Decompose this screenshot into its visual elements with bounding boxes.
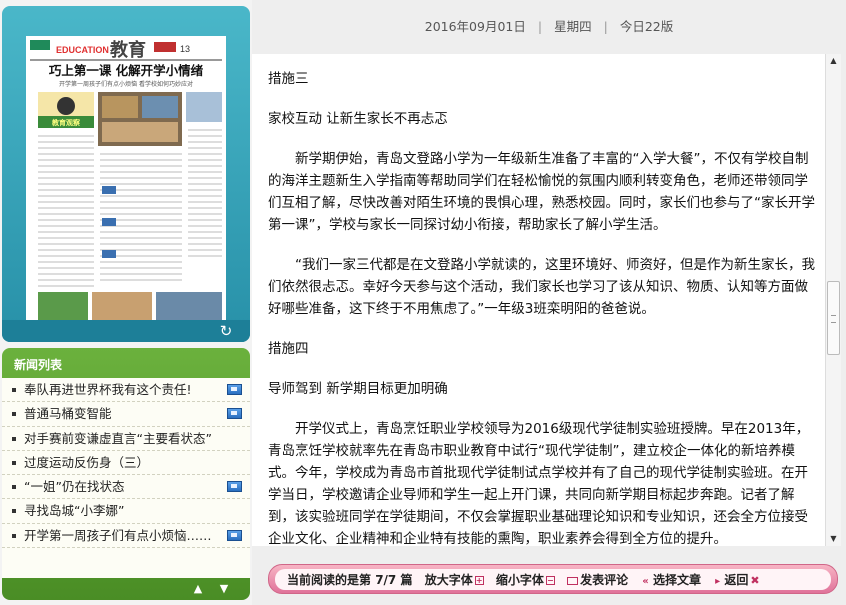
thumbnail-column-label: 教育观察 bbox=[51, 118, 81, 127]
issue-edition-count: 今日22版 bbox=[619, 19, 674, 34]
minus-icon: − bbox=[545, 576, 555, 585]
double-left-arrow-icon: « bbox=[642, 576, 649, 587]
video-icon[interactable] bbox=[227, 384, 242, 395]
article-paragraph: “我们一家三代都是在文登路小学就读的，这里环境好、师资好，但是作为新生家长，我们… bbox=[268, 257, 815, 317]
news-list-item[interactable]: 对手赛前变谦虚直言“主要看状态” bbox=[2, 427, 250, 451]
news-list-panel: 新闻列表 奉队再进世界杯我有这个责任! 普通马桶变智能 对手赛前变谦虚直言“主要… bbox=[2, 348, 250, 600]
reading-position: 当前阅读的是第 7/7 篇 bbox=[287, 569, 413, 591]
article-toolbar-inner: 当前阅读的是第 7/7 篇 放大字体 + 缩小字体 − 发表评论 « 选择文章 ▸ … bbox=[275, 569, 831, 590]
article-paragraph: 开学仪式上，青岛烹饪职业学校领导为2016级现代学徒制实验班授牌。早在2013年… bbox=[268, 421, 810, 546]
issue-weekday: 星期四 bbox=[554, 19, 592, 34]
down-arrow-icon[interactable]: ▼ bbox=[216, 582, 232, 596]
article-paragraph: 措施三 bbox=[268, 71, 309, 87]
plus-icon: + bbox=[474, 576, 484, 585]
issue-date: 2016年09月01日 bbox=[424, 19, 526, 34]
video-icon[interactable] bbox=[227, 408, 242, 420]
zoom-out-label: 缩小字体 bbox=[495, 573, 544, 587]
close-icon: ✖ bbox=[750, 574, 760, 587]
news-item-label: 过度运动反伤身（三） bbox=[24, 454, 150, 470]
back-button[interactable]: ▸ 返回 ✖ bbox=[713, 569, 759, 593]
scroll-up-icon[interactable]: ▲ bbox=[826, 54, 841, 68]
news-item-label: 寻找岛城“小李娜” bbox=[24, 503, 125, 519]
news-list-title: 新闻列表 bbox=[14, 358, 63, 372]
news-item-label: 奉队再进世界杯我有这个责任! bbox=[24, 382, 192, 397]
back-label: 返回 bbox=[724, 573, 749, 587]
article-paragraph: 新学期伊始，青岛文登路小学为一年级新生准备了丰富的“入学大餐”，不仅有学校自制的… bbox=[268, 151, 815, 233]
date-separator: | bbox=[603, 19, 608, 34]
article-paragraph: 导师驾到 新学期目标更加明确 bbox=[268, 381, 448, 397]
zoom-in-button[interactable]: 放大字体 + bbox=[425, 569, 484, 591]
article-paragraph: 措施四 bbox=[268, 341, 309, 357]
news-list-item[interactable]: 开学第一周孩子们有点小烦恼…… bbox=[2, 524, 250, 549]
news-list-item[interactable]: 过度运动反伤身（三） bbox=[2, 451, 250, 476]
date-separator: | bbox=[537, 19, 543, 34]
right-column: 2016年09月01日 | 星期四 | 今日22版 措施三 家校互动 让新生家长不再忐忑… bbox=[252, 0, 846, 605]
section-brand-text: EDUCATION bbox=[56, 45, 109, 55]
news-list-item[interactable]: 奉队再进世界杯我有这个责任! bbox=[2, 378, 250, 403]
zoom-in-label: 放大字体 bbox=[424, 573, 473, 587]
preview-toolbar: ↻ bbox=[2, 320, 250, 342]
comment-button[interactable]: 发表评论 bbox=[567, 569, 628, 591]
news-item-label: 对手赛前变谦虚直言“主要看状态” bbox=[24, 430, 212, 446]
article-paragraph: 家校互动 让新生家长不再忐忑 bbox=[268, 111, 448, 127]
left-column: EDUCATION 教育 13 巧上第一课 化解开学小情绪 开学第一周孩子们有点… bbox=[0, 0, 252, 605]
article-scrollbar[interactable]: ▲ ▼ bbox=[825, 54, 841, 546]
mail-icon bbox=[567, 576, 579, 585]
zoom-out-button[interactable]: 缩小字体 − bbox=[496, 569, 555, 591]
thumbnail-headline: 巧上第一课 化解开学小情绪 bbox=[49, 63, 204, 78]
news-list-pager: ▲ ▼ bbox=[2, 578, 250, 600]
refresh-icon[interactable]: ↻ bbox=[216, 322, 236, 340]
article-toolbar: 当前阅读的是第 7/7 篇 放大字体 + 缩小字体 − 发表评论 « 选择文章 ▸ … bbox=[268, 564, 838, 594]
video-icon[interactable] bbox=[227, 529, 242, 541]
scroll-down-icon[interactable]: ▼ bbox=[826, 532, 841, 546]
thumbnail-subheadline: 开学第一周孩子们有点小烦恼 看学校如何巧妙应对 bbox=[59, 80, 193, 88]
scroll-thumb[interactable] bbox=[827, 281, 840, 355]
video-icon[interactable] bbox=[227, 481, 242, 493]
select-article-button[interactable]: « 选择文章 bbox=[640, 569, 701, 593]
reading-suffix: 篇 bbox=[400, 573, 413, 587]
news-list-item[interactable]: 寻找岛城“小李娜” bbox=[2, 499, 250, 524]
reading-position-value: 7/7 bbox=[375, 573, 397, 587]
news-item-label: “一姐”仍在找状态 bbox=[24, 479, 125, 495]
news-item-label: 开学第一周孩子们有点小烦恼…… bbox=[24, 527, 212, 543]
reading-prefix: 当前阅读的是第 bbox=[287, 573, 372, 587]
news-list-item[interactable]: 普通马桶变智能 bbox=[2, 402, 250, 427]
news-list-item[interactable]: “一姐”仍在找状态 bbox=[2, 475, 250, 500]
triangle-left-icon: ▸ bbox=[715, 576, 721, 587]
comment-label: 发表评论 bbox=[580, 573, 629, 587]
article-body: 措施三 家校互动 让新生家长不再忐忑 新学期伊始，青岛文登路小学为一年级新生准备… bbox=[252, 54, 825, 546]
select-article-label: 选择文章 bbox=[652, 573, 701, 587]
up-arrow-icon[interactable]: ▲ bbox=[190, 582, 206, 596]
news-item-label: 普通马桶变智能 bbox=[24, 406, 112, 422]
news-list: 奉队再进世界杯我有这个责任! 普通马桶变智能 对手赛前变谦虚直言“主要看状态” … bbox=[2, 378, 250, 578]
section-name-text: 教育 bbox=[110, 39, 146, 61]
page-number-text: 13 bbox=[180, 44, 190, 54]
date-bar: 2016年09月01日 | 星期四 | 今日22版 bbox=[252, 0, 846, 52]
newspaper-page-thumbnail[interactable]: EDUCATION 教育 13 巧上第一课 化解开学小情绪 开学第一周孩子们有点… bbox=[26, 36, 226, 328]
newspaper-preview-panel: EDUCATION 教育 13 巧上第一课 化解开学小情绪 开学第一周孩子们有点… bbox=[2, 6, 250, 342]
